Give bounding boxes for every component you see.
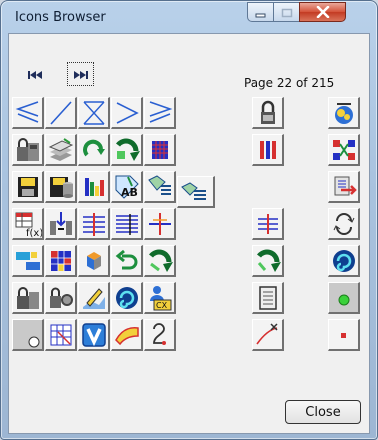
padlock-machine-icon[interactable] — [252, 97, 284, 129]
green-loop-icon[interactable] — [144, 245, 176, 277]
green-undo-icon[interactable] — [252, 245, 284, 277]
white-dot-icon[interactable] — [12, 319, 44, 351]
blue-spiral-icon[interactable] — [328, 245, 360, 277]
icons-browser-window: Icons Browser Page 22 of 215 AB f(x) CX … — [0, 0, 378, 440]
red-x-curve-icon[interactable] — [252, 319, 284, 351]
horizontal-align-icon[interactable] — [252, 208, 284, 240]
chevron-greater-icon[interactable] — [111, 97, 143, 129]
diagonal-line-icon[interactable] — [45, 97, 77, 129]
maximize-button[interactable] — [273, 2, 300, 22]
minimize-icon — [255, 3, 267, 22]
pen-shape-icon[interactable] — [78, 282, 110, 314]
page-indicator: Page 22 of 215 — [244, 76, 335, 90]
v-badge-icon[interactable] — [78, 319, 110, 351]
title-bar[interactable]: Icons Browser — [1, 1, 377, 33]
blue-join-icon[interactable] — [12, 245, 44, 277]
svg-text:AB: AB — [121, 186, 138, 199]
floppy-save-icon[interactable] — [12, 171, 44, 203]
icons-panel: Page 22 of 215 AB f(x) CX Close — [8, 33, 370, 434]
last-page-button[interactable] — [67, 62, 94, 86]
color-bars-icon[interactable] — [78, 171, 110, 203]
close-window-button[interactable] — [299, 2, 346, 22]
maximize-icon — [281, 3, 293, 22]
cube-explode-icon[interactable] — [78, 245, 110, 277]
minimize-button[interactable] — [247, 2, 274, 22]
red-blue-bars-icon[interactable] — [252, 134, 284, 166]
connector-nodes-icon[interactable] — [328, 134, 360, 166]
last-page-icon — [73, 65, 89, 84]
first-page-icon — [27, 65, 43, 84]
rotate-mechanism-icon[interactable] — [328, 97, 360, 129]
red-dot-icon[interactable] — [328, 319, 360, 351]
person-export-icon[interactable]: CX — [144, 282, 176, 314]
first-page-button[interactable] — [21, 62, 48, 86]
green-rotate-icon[interactable] — [111, 134, 143, 166]
green-dot-icon[interactable] — [328, 282, 360, 314]
close-icon — [316, 3, 330, 22]
split-arrow-icon[interactable] — [45, 208, 77, 240]
surface-patch-icon[interactable] — [111, 319, 143, 351]
undo-loop-icon[interactable] — [111, 245, 143, 277]
cycle-arrows-icon[interactable] — [328, 208, 360, 240]
blue-spiral-small-icon[interactable] — [111, 282, 143, 314]
multi-line-align-icon[interactable] — [78, 208, 110, 240]
tag-lines-icon[interactable] — [144, 171, 176, 203]
blue-grid-icon[interactable] — [144, 134, 176, 166]
lock-part-gear-icon[interactable] — [12, 282, 44, 314]
table-function-icon[interactable]: f(x) — [12, 208, 44, 240]
chevron-greater-equal-icon[interactable] — [144, 97, 176, 129]
close-button[interactable]: Close — [285, 400, 361, 424]
document-panel-icon[interactable] — [252, 282, 284, 314]
tag-lines-small-icon[interactable] — [177, 176, 215, 208]
s-curve-icon[interactable] — [144, 319, 176, 351]
crossed-chevrons-icon[interactable] — [78, 97, 110, 129]
line-align-icon[interactable] — [111, 208, 143, 240]
tag-text-icon[interactable]: AB — [111, 171, 143, 203]
grid-select-icon[interactable] — [45, 319, 77, 351]
window-title: Icons Browser — [15, 10, 106, 25]
chevron-less-icon[interactable] — [12, 97, 44, 129]
svg-text:CX: CX — [156, 301, 168, 310]
cross-align-icon[interactable] — [144, 208, 176, 240]
color-grid-icon[interactable] — [45, 245, 77, 277]
floppy-database-icon[interactable] — [45, 171, 77, 203]
red-arrow-export-icon[interactable] — [328, 171, 360, 203]
padlock-part-icon[interactable] — [12, 134, 44, 166]
gear-padlock-icon[interactable] — [45, 282, 77, 314]
svg-text:f(x): f(x) — [26, 228, 43, 239]
layers-stack-icon[interactable] — [45, 134, 77, 166]
rotate-arrow-icon[interactable] — [78, 134, 110, 166]
